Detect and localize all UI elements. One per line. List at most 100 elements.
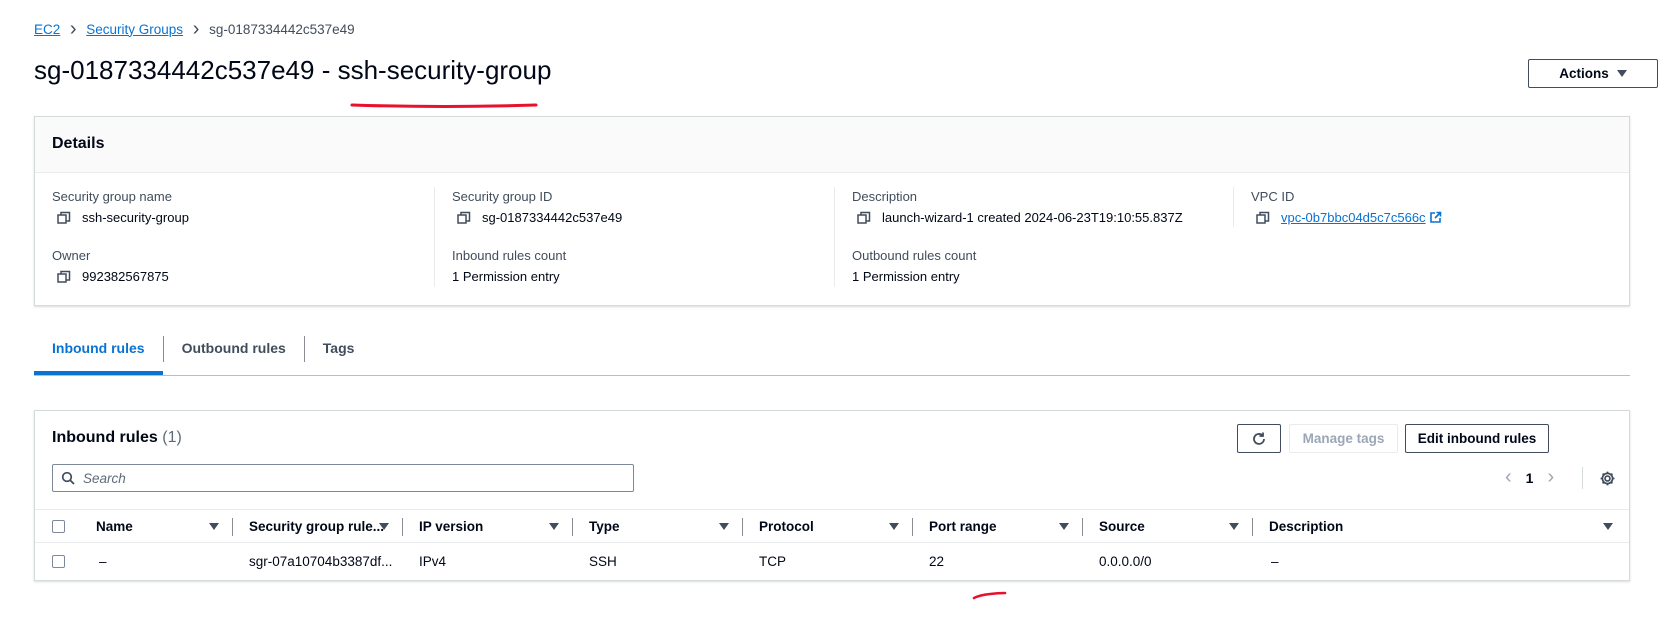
- sort-caret-icon[interactable]: [1603, 523, 1613, 530]
- breadcrumb: EC2 › Security Groups › sg-0187334442c53…: [34, 19, 355, 39]
- cell-protocol: TCP: [759, 553, 786, 569]
- column-header-rule-id[interactable]: Security group rule...: [249, 510, 384, 542]
- vpc-id-label: VPC ID: [1251, 189, 1295, 204]
- tab-tags[interactable]: Tags: [305, 330, 373, 375]
- refresh-icon: [1253, 432, 1265, 445]
- column-header-description[interactable]: Description: [1269, 510, 1343, 542]
- column-header-source[interactable]: Source: [1099, 510, 1145, 542]
- red-underline-annotation: [350, 103, 538, 108]
- column-resize-handle[interactable]: [572, 518, 573, 536]
- table-header: Name Security group rule... IP version T…: [35, 509, 1629, 543]
- outbound-count-value: 1 Permission entry: [852, 269, 960, 284]
- column-resize-handle[interactable]: [912, 518, 913, 536]
- sort-caret-icon[interactable]: [889, 523, 899, 530]
- description-label: Description: [852, 189, 918, 204]
- column-resize-handle[interactable]: [402, 518, 403, 536]
- copy-icon[interactable]: [857, 211, 871, 225]
- tabs-divider: [34, 375, 1630, 376]
- page-title: sg-0187334442c537e49 - ssh-security-grou…: [34, 55, 552, 85]
- previous-page-icon[interactable]: ‹: [1505, 466, 1512, 489]
- inbound-rules-count: (1): [162, 429, 182, 446]
- copy-icon[interactable]: [57, 211, 71, 225]
- column-header-protocol[interactable]: Protocol: [759, 510, 814, 542]
- description-field: Description launch-wizard-1 created 2024…: [852, 189, 1183, 225]
- caret-down-icon: [1616, 70, 1627, 77]
- inbound-count-field: Inbound rules count 1 Permission entry: [452, 248, 566, 284]
- select-all-checkbox[interactable]: [52, 519, 65, 533]
- cell-port-range: 22: [929, 553, 945, 569]
- description-value: launch-wizard-1 created 2024-06-23T19:10…: [882, 210, 1183, 225]
- next-page-icon[interactable]: ›: [1547, 466, 1554, 489]
- details-heading: Details: [35, 117, 1629, 173]
- search-input[interactable]: [81, 469, 605, 487]
- sg-id-value: sg-0187334442c537e49: [482, 210, 623, 225]
- column-resize-handle[interactable]: [1082, 518, 1083, 536]
- sg-id-field: Security group ID sg-0187334442c537e49: [452, 189, 622, 225]
- edit-inbound-rules-button[interactable]: Edit inbound rules: [1405, 424, 1549, 453]
- inbound-rules-panel: Inbound rules (1) Manage tags Edit inbou…: [34, 410, 1630, 581]
- tab-outbound-rules[interactable]: Outbound rules: [164, 330, 304, 375]
- cell-ip-version: IPv4: [419, 553, 447, 569]
- table-row[interactable]: – sgr-07a10704b3387df... IPv4 SSH TCP 22…: [35, 543, 1629, 579]
- vpc-id-field: VPC ID vpc-0b7bbc04d5c7c566c: [1251, 189, 1442, 225]
- breadcrumb-security-groups-link[interactable]: Security Groups: [86, 22, 183, 37]
- column-resize-handle[interactable]: [1252, 518, 1253, 536]
- red-underline-annotation: [972, 591, 1007, 600]
- inbound-count-value: 1 Permission entry: [452, 269, 560, 284]
- sort-caret-icon[interactable]: [1229, 523, 1239, 530]
- column-header-port-range[interactable]: Port range: [929, 510, 997, 542]
- details-panel: Details Security group name ssh-security…: [34, 116, 1630, 306]
- search-icon: [61, 471, 75, 485]
- cell-source: 0.0.0.0/0: [1099, 553, 1152, 569]
- owner-value: 992382567875: [82, 269, 169, 284]
- sg-name-field: Security group name ssh-security-group: [52, 189, 189, 225]
- tab-list: Inbound rules Outbound rules Tags: [34, 330, 372, 375]
- column-header-name[interactable]: Name: [96, 510, 133, 542]
- external-link-icon[interactable]: [1429, 211, 1442, 224]
- copy-icon[interactable]: [57, 270, 71, 284]
- manage-tags-button[interactable]: Manage tags: [1289, 424, 1398, 453]
- sort-caret-icon[interactable]: [379, 523, 389, 530]
- refresh-button[interactable]: [1237, 424, 1281, 453]
- column-header-ip-version[interactable]: IP version: [419, 510, 483, 542]
- current-page[interactable]: 1: [1526, 470, 1534, 486]
- tab-inbound-rules[interactable]: Inbound rules: [34, 330, 163, 375]
- cell-type: SSH: [589, 553, 617, 569]
- cell-description: –: [1271, 553, 1279, 569]
- outbound-count-label: Outbound rules count: [852, 248, 977, 263]
- pagination: ‹ 1 ›: [1505, 466, 1554, 489]
- owner-label: Owner: [52, 248, 91, 263]
- chevron-right-icon: ›: [69, 18, 77, 40]
- copy-icon[interactable]: [1256, 211, 1270, 225]
- column-resize-handle[interactable]: [232, 518, 233, 536]
- sg-id-label: Security group ID: [452, 189, 553, 204]
- row-checkbox[interactable]: [52, 554, 65, 568]
- sort-caret-icon[interactable]: [209, 523, 219, 530]
- select-all-cell: [52, 510, 65, 542]
- outbound-count-field: Outbound rules count 1 Permission entry: [852, 248, 976, 284]
- sort-caret-icon[interactable]: [1059, 523, 1069, 530]
- sort-caret-icon[interactable]: [549, 523, 559, 530]
- cell-rule-id: sgr-07a10704b3387df...: [249, 553, 393, 569]
- column-resize-handle[interactable]: [742, 518, 743, 536]
- column-header-type[interactable]: Type: [589, 510, 620, 542]
- pagination-divider: [1582, 467, 1583, 489]
- breadcrumb-ec2-link[interactable]: EC2: [34, 22, 60, 37]
- column-divider: [1233, 187, 1234, 227]
- search-field: [52, 464, 634, 492]
- inbound-count-label: Inbound rules count: [452, 248, 567, 263]
- breadcrumb-current: sg-0187334442c537e49: [209, 21, 355, 37]
- copy-icon[interactable]: [457, 211, 471, 225]
- column-divider: [434, 187, 435, 287]
- vpc-id-link[interactable]: vpc-0b7bbc04d5c7c566c: [1281, 210, 1426, 225]
- sort-caret-icon[interactable]: [719, 523, 729, 530]
- sg-name-label: Security group name: [52, 189, 172, 204]
- owner-field: Owner 992382567875: [52, 248, 169, 284]
- row-select-cell: [52, 543, 65, 579]
- actions-button[interactable]: Actions: [1528, 59, 1658, 88]
- inbound-rules-heading: Inbound rules (1): [52, 429, 182, 447]
- cell-name: –: [99, 553, 107, 569]
- column-divider: [834, 187, 835, 287]
- inbound-rules-title: Inbound rules: [52, 429, 158, 446]
- gear-icon[interactable]: [1599, 470, 1616, 487]
